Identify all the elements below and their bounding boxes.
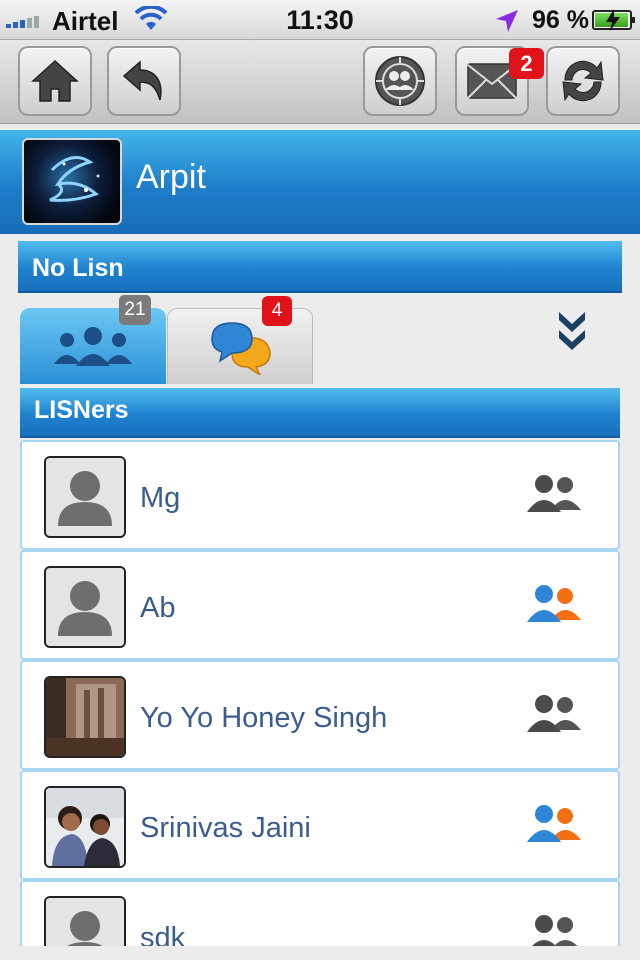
expand-button[interactable] [556,308,588,359]
list-item[interactable]: Ab [20,550,620,660]
status-bar: Airtel 11:30 96 % [0,0,640,40]
lisners-section-header: LISNers [20,388,620,438]
group-target-icon [375,56,425,106]
default-avatar [44,566,126,648]
online-friends-icon [525,584,583,629]
profile-avatar[interactable] [22,138,122,225]
profile-name: Arpit [136,158,206,196]
user-photo [44,676,126,758]
default-avatar [44,456,126,538]
home-button[interactable] [18,46,92,116]
list-item[interactable]: Yo Yo Honey Singh [20,660,620,770]
double-chevron-down-icon [559,312,585,350]
refresh-icon [562,60,604,102]
battery-percent: 96 % [532,6,589,34]
lisner-name: Srinivas Jaini [140,812,311,844]
lisner-name: Mg [140,482,181,514]
unread-mail-badge: 2 [509,48,544,79]
toolbar [0,40,640,124]
no-lisn-section-header[interactable]: No Lisn [18,241,622,293]
default-avatar [44,896,126,946]
battery-icon [592,9,635,31]
profile-header: Arpit [0,130,640,234]
refresh-button[interactable] [546,46,620,116]
list-item[interactable]: Srinivas Jaini [20,770,620,880]
home-icon [31,59,79,102]
lisner-name: sdk [140,922,186,946]
offline-friends-icon [525,914,583,946]
user-photo [44,786,126,868]
list-item[interactable]: Mg [20,440,620,550]
lisner-name: Yo Yo Honey Singh [140,702,388,734]
online-friends-icon [525,804,583,849]
listeners-count-badge: 21 [119,295,151,325]
offline-friends-icon [525,474,583,519]
chat-bubbles-icon [211,321,271,375]
lisner-name: Ab [140,592,176,624]
chats-count-badge: 4 [262,296,292,326]
offline-friends-icon [525,694,583,739]
back-arrow-icon [122,60,162,101]
group-target-button[interactable] [363,46,437,116]
lisners-list[interactable]: Mg Ab Yo Yo Honey Singh Srinivas Jaini s… [20,440,620,946]
people-group-icon [54,327,132,366]
list-item[interactable]: sdk [20,880,620,946]
section-title: No Lisn [32,254,124,282]
section-title: LISNers [34,396,129,424]
location-arrow-icon [494,8,520,39]
back-button[interactable] [107,46,181,116]
